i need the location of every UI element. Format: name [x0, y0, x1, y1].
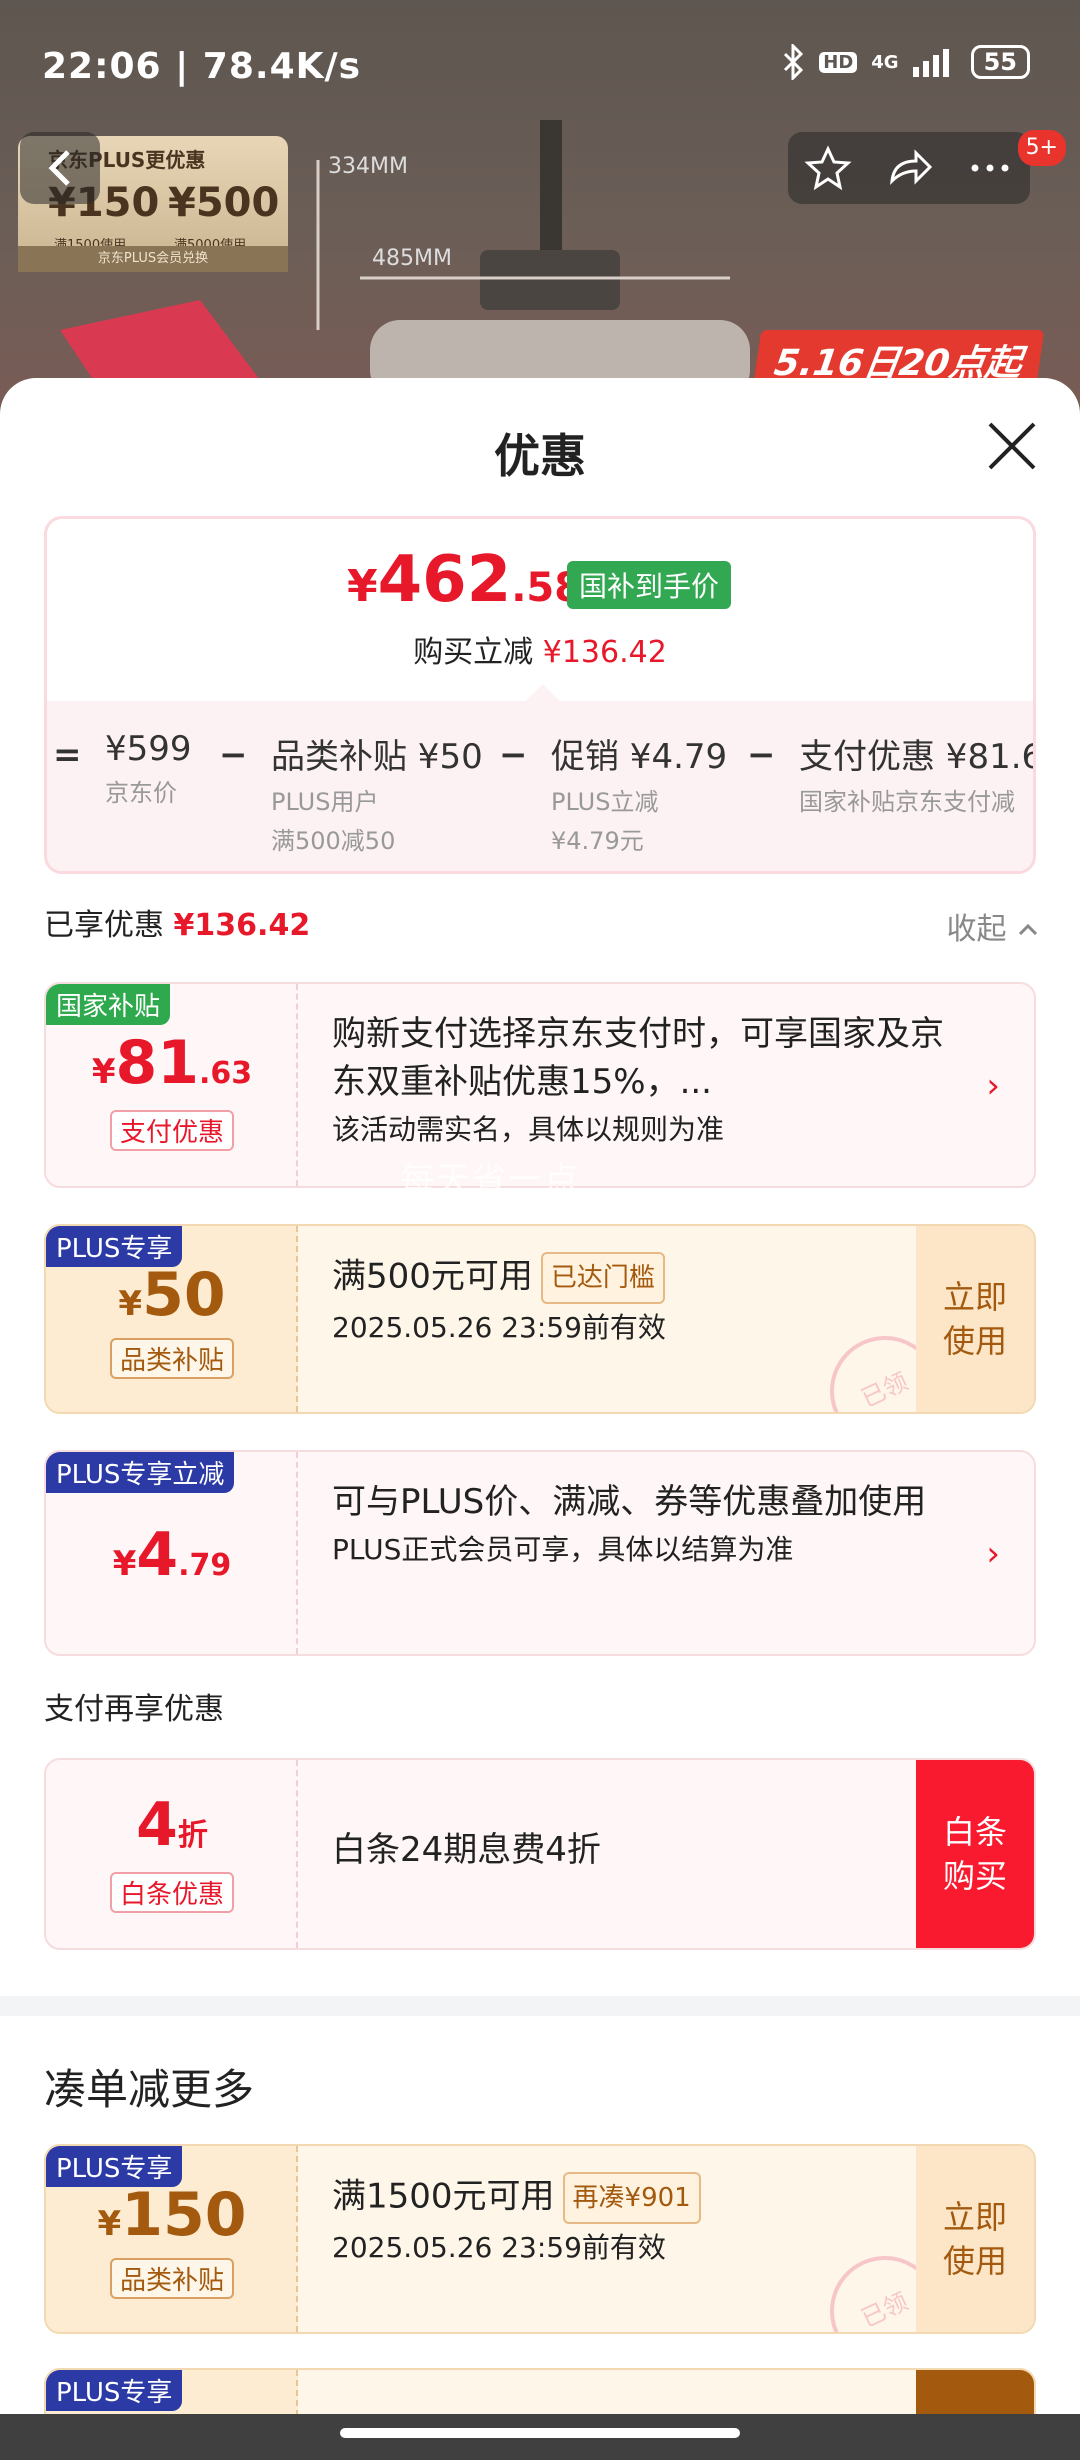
minus-sign: −: [219, 735, 248, 775]
status-time: 22:06 | 78.4K/s: [42, 46, 362, 87]
home-indicator[interactable]: [340, 2428, 740, 2438]
dimension-label: 485MM: [372, 246, 452, 271]
card-tag: PLUS专享: [46, 2370, 183, 2411]
chevron-right-icon[interactable]: ›: [986, 1066, 1000, 1106]
collapse-button[interactable]: 收起: [946, 904, 1040, 948]
hd-icon: HD: [819, 51, 858, 73]
plus-coupon-value: ¥500: [168, 180, 280, 226]
baitiao-discount: 4折: [136, 1790, 208, 1860]
equals-sign: =: [53, 735, 82, 775]
card-note: 该活动需实名，具体以规则为准: [332, 1113, 725, 1146]
dimension-label: 334MM: [328, 154, 408, 179]
card-amount: ¥150: [97, 2180, 247, 2250]
card-amount: ¥4.79: [112, 1520, 232, 1590]
formula-item: 支付优惠 ¥81.63国家补贴京东支付减: [799, 737, 1033, 816]
threshold-badge: 已达门槛: [540, 1252, 665, 1304]
plus-category-coupon[interactable]: PLUS专享 ¥50 品类补贴 满500元可用 已达门槛 2025.05.26 2…: [44, 1224, 1036, 1414]
card-amount: ¥50: [118, 1260, 226, 1330]
coupon-condition: 满1500元可用 再凑¥901: [332, 2172, 954, 2224]
baitiao-buy-button[interactable]: 白条购买: [916, 1760, 1034, 1948]
card-label: 品类补贴: [109, 1338, 234, 1379]
formula-item: 促销 ¥4.79 PLUS立减 ¥4.79元: [551, 737, 728, 855]
minus-sign: −: [747, 735, 776, 775]
shortfall-badge: 再凑¥901: [562, 2172, 701, 2224]
back-button[interactable]: [20, 132, 100, 204]
final-price: ¥462.58: [347, 543, 583, 617]
card-label: 品类补贴: [109, 2258, 234, 2299]
sheet-title: 优惠: [494, 429, 586, 483]
enjoyed-discount: 已享优惠 ¥136.42: [44, 908, 311, 943]
baitiao-card[interactable]: 4折 白条优惠 白条24期息费4折 白条购买: [44, 1758, 1036, 1950]
card-description: 可与PLUS价、满减、券等优惠叠加使用: [332, 1482, 927, 1522]
navigation-bar: [0, 2414, 1080, 2460]
plus-instant-discount-card[interactable]: PLUS专享立减 ¥4.79 可与PLUS价、满减、券等优惠叠加使用 PLUS正…: [44, 1450, 1036, 1656]
card-tag: PLUS专享立减: [46, 1452, 235, 1493]
minus-sign: −: [499, 735, 528, 775]
status-icons: HD 4G 55: [781, 44, 1030, 80]
pay-section-title: 支付再享优惠: [44, 1692, 224, 1727]
total-discount-line: 购买立减 ¥136.42: [413, 635, 667, 670]
star-icon[interactable]: [803, 143, 853, 193]
formula-item: 品类补贴 ¥50 PLUS用户 满500减50: [271, 737, 483, 855]
price-formula: = ¥599 京东价 − 品类补贴 ¥50 PLUS用户 满500减50 − 促销 ¥…: [47, 701, 1033, 871]
plus-banner-footer: 京东PLUS会员兑换: [18, 246, 288, 272]
use-now-button[interactable]: 立即使用: [916, 1226, 1034, 1412]
price-summary: ¥462.58 国补到手价 购买立减 ¥136.42 = ¥599 京东价 − 品…: [44, 516, 1036, 874]
card-note: PLUS正式会员可享，具体以结算为准: [332, 1533, 794, 1566]
status-bar: 22:06 | 78.4K/s HD 4G 55: [0, 0, 1080, 140]
chevron-left-icon: [48, 150, 70, 186]
top-actions: [788, 132, 1030, 204]
watermark-text: 每天省一点: [400, 1160, 580, 1200]
bluetooth-icon: [784, 44, 804, 80]
card-tag: 国家补贴: [46, 984, 171, 1025]
close-icon[interactable]: [984, 418, 1040, 474]
card-label: 白条优惠: [109, 1872, 234, 1913]
subsidy-price-tag: 国补到手价: [567, 561, 732, 609]
network-label: 4G: [871, 51, 899, 73]
more-icon[interactable]: [965, 143, 1015, 193]
battery-indicator: 55: [970, 45, 1030, 79]
plus-category-coupon[interactable]: PLUS专享 ¥150 品类补贴 满1500元可用 再凑¥901 2025.05.…: [44, 2144, 1036, 2334]
coupon-condition: 满500元可用 已达门槛: [332, 1252, 954, 1304]
more-section-title: 凑单减更多: [44, 2065, 255, 2114]
card-amount: ¥81.63: [91, 1028, 253, 1098]
formula-item: ¥599 京东价: [105, 729, 192, 807]
card-label: 支付优惠: [109, 1110, 234, 1151]
use-now-button[interactable]: 立即使用: [916, 2146, 1034, 2332]
baitiao-text: 白条24期息费4折: [332, 1830, 601, 1870]
discount-sheet: 优惠 ¥462.58 国补到手价 购买立减 ¥136.42 = ¥599 京东价 …: [0, 378, 1080, 2460]
card-description: 购新支付选择京东支付时，可享国家及京东双重补贴优惠15%，...: [332, 1014, 944, 1102]
chevron-right-icon[interactable]: ›: [986, 1534, 1000, 1574]
share-icon[interactable]: [884, 143, 934, 193]
signal-icon: [912, 49, 949, 77]
section-divider: [0, 1996, 1080, 2016]
chevron-up-icon: [1018, 923, 1038, 936]
